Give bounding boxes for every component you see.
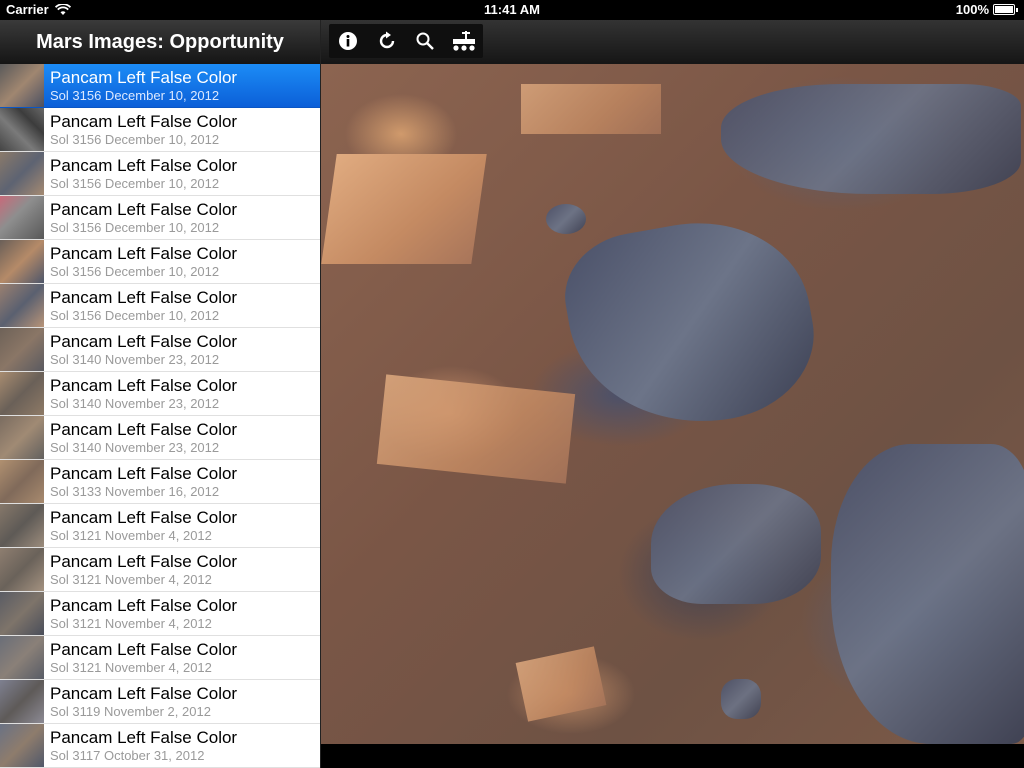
list-item[interactable]: Pancam Left False Color Sol 3121 November… <box>0 592 320 636</box>
item-subtitle: Sol 3119 November 2, 2012 <box>50 703 211 719</box>
thumbnail <box>0 284 44 327</box>
thumbnail <box>0 152 44 195</box>
clock: 11:41 AM <box>484 2 540 17</box>
list-item[interactable]: Pancam Left False Color Sol 3121 November… <box>0 504 320 548</box>
thumbnail <box>0 372 44 415</box>
thumbnail <box>0 108 44 151</box>
item-subtitle: Sol 3156 December 10, 2012 <box>50 307 220 323</box>
search-icon <box>416 32 435 50</box>
thumbnail <box>0 680 44 723</box>
item-title: Pancam Left False Color <box>50 287 238 307</box>
image-list: Pancam Left False Color Sol 3156 December… <box>0 64 320 768</box>
item-title: Pancam Left False Color <box>50 419 238 439</box>
list-item[interactable]: Pancam Left False Color Sol 3117 October … <box>0 724 320 768</box>
item-subtitle: Sol 3156 December 10, 2012 <box>50 219 220 235</box>
item-subtitle: Sol 3121 November 4, 2012 <box>50 659 212 675</box>
item-title: Pancam Left False Color <box>50 463 238 483</box>
item-title: Pancam Left False Color <box>50 243 238 263</box>
search-button[interactable] <box>411 27 439 55</box>
item-subtitle: Sol 3140 November 23, 2012 <box>50 439 220 455</box>
item-title: Pancam Left False Color <box>50 507 238 527</box>
list-item[interactable]: Pancam Left False Color Sol 3140 November… <box>0 416 320 460</box>
detail-toolbar <box>329 24 483 58</box>
item-subtitle: Sol 3156 December 10, 2012 <box>50 131 220 147</box>
info-icon <box>339 32 358 50</box>
rover-icon <box>452 31 475 51</box>
item-title: Pancam Left False Color <box>50 551 238 571</box>
item-subtitle: Sol 3156 December 10, 2012 <box>50 87 220 103</box>
list-item[interactable]: Pancam Left False Color Sol 3119 November… <box>0 680 320 724</box>
battery-icon <box>993 4 1015 15</box>
image-detail-pane <box>321 20 1024 768</box>
thumbnail <box>0 416 44 459</box>
bottom-bar <box>321 744 1024 768</box>
item-title: Pancam Left False Color <box>50 727 238 747</box>
list-item[interactable]: Pancam Left False Color Sol 3156 December… <box>0 64 320 108</box>
item-title: Pancam Left False Color <box>50 199 238 219</box>
item-subtitle: Sol 3140 November 23, 2012 <box>50 395 220 411</box>
item-subtitle: Sol 3140 November 23, 2012 <box>50 351 220 367</box>
item-subtitle: Sol 3121 November 4, 2012 <box>50 527 212 543</box>
page-title: Mars Images: Opportunity <box>36 30 284 53</box>
thumbnail <box>0 504 44 547</box>
thumbnail <box>0 328 44 371</box>
thumbnail <box>0 592 44 635</box>
thumbnail <box>0 724 44 767</box>
item-subtitle: Sol 3121 November 4, 2012 <box>50 571 212 587</box>
item-subtitle: Sol 3121 November 4, 2012 <box>50 615 212 631</box>
status-bar: Carrier 11:41 AM 100% <box>0 0 1024 20</box>
list-item[interactable]: Pancam Left False Color Sol 3140 November… <box>0 372 320 416</box>
item-subtitle: Sol 3117 October 31, 2012 <box>50 747 205 763</box>
thumbnail <box>0 196 44 239</box>
item-subtitle: Sol 3156 December 10, 2012 <box>50 175 220 191</box>
thumbnail <box>0 240 44 283</box>
item-title: Pancam Left False Color <box>50 111 238 131</box>
list-item[interactable]: Pancam Left False Color Sol 3156 December… <box>0 196 320 240</box>
item-title: Pancam Left False Color <box>50 595 238 615</box>
refresh-icon <box>379 31 394 49</box>
list-item[interactable]: Pancam Left False Color Sol 3156 December… <box>0 240 320 284</box>
item-subtitle: Sol 3133 November 16, 2012 <box>50 483 220 499</box>
list-item[interactable]: Pancam Left False Color Sol 3156 December… <box>0 108 320 152</box>
item-title: Pancam Left False Color <box>50 375 238 395</box>
item-title: Pancam Left False Color <box>50 639 238 659</box>
thumbnail <box>0 548 44 591</box>
mars-photo[interactable] <box>321 64 1024 744</box>
item-title: Pancam Left False Color <box>50 683 238 703</box>
image-list-pane: Mars Images: Opportunity Pancam Left Fal… <box>0 20 321 768</box>
battery-info: 100% <box>956 2 1018 17</box>
rover-button[interactable] <box>450 27 478 55</box>
item-title: Pancam Left False Color <box>50 155 238 175</box>
item-title: Pancam Left False Color <box>50 331 238 351</box>
item-subtitle: Sol 3156 December 10, 2012 <box>50 263 220 279</box>
refresh-button[interactable] <box>373 27 401 55</box>
battery-percent: 100% <box>955 2 989 17</box>
list-item[interactable]: Pancam Left False Color Sol 3121 November… <box>0 636 320 680</box>
list-item[interactable]: Pancam Left False Color Sol 3121 November… <box>0 548 320 592</box>
list-item[interactable]: Pancam Left False Color Sol 3156 December… <box>0 284 320 328</box>
thumbnail <box>0 460 44 503</box>
info-button[interactable] <box>334 27 362 55</box>
thumbnail <box>0 636 44 679</box>
list-item[interactable]: Pancam Left False Color Sol 3140 November… <box>0 328 320 372</box>
list-item[interactable]: Pancam Left False Color Sol 3156 December… <box>0 152 320 196</box>
item-title: Pancam Left False Color <box>50 67 238 87</box>
list-item[interactable]: Pancam Left False Color Sol 3133 November… <box>0 460 320 504</box>
thumbnail <box>0 64 44 107</box>
list-header: Mars Images: Opportunity <box>0 20 320 65</box>
